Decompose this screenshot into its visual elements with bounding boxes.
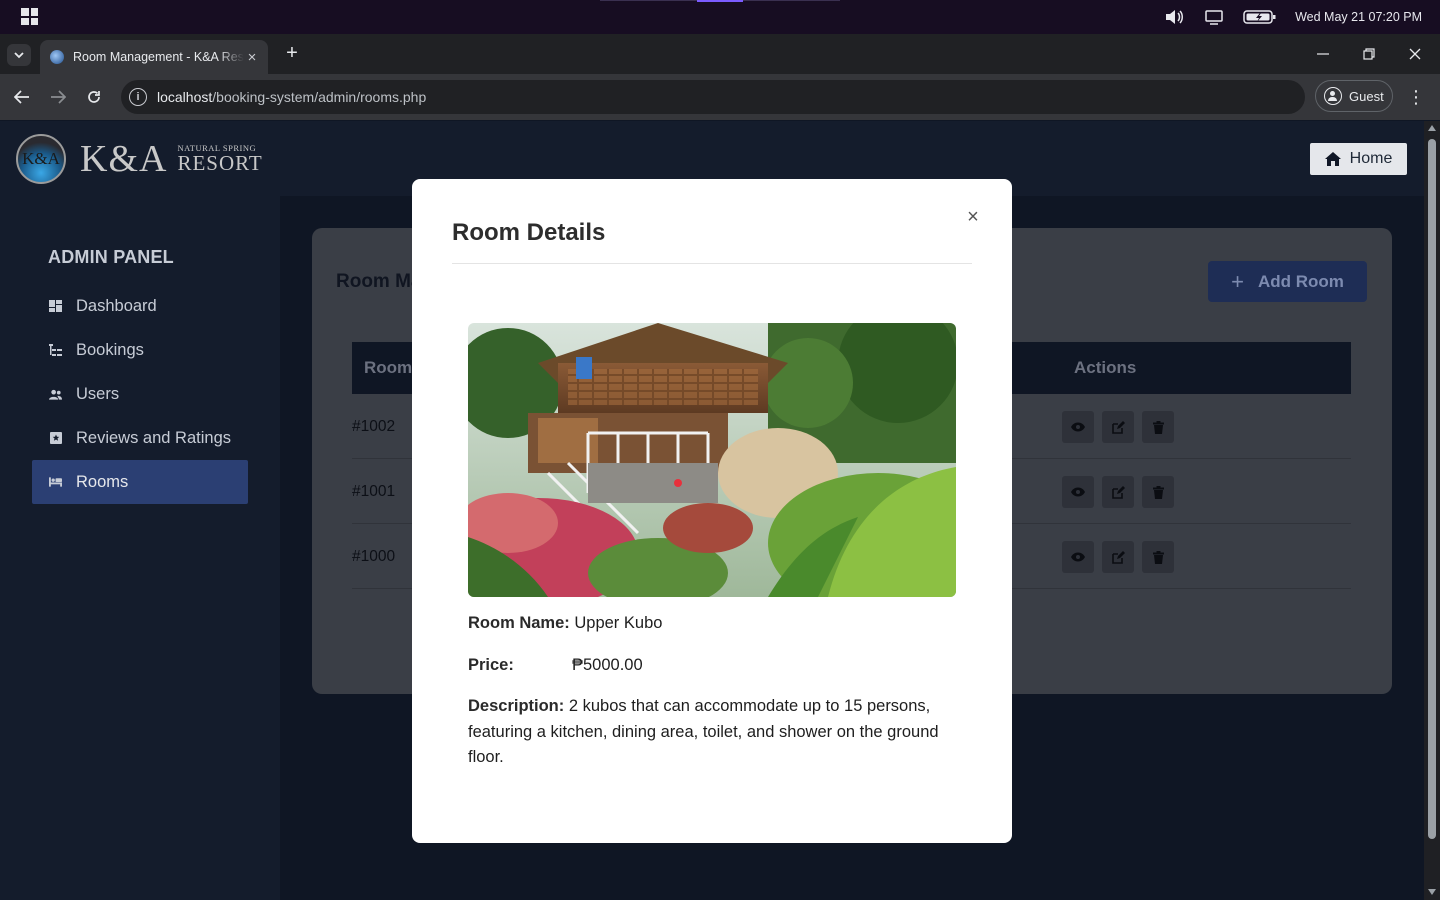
home-button-label: Home <box>1349 150 1393 167</box>
favicon-icon <box>50 50 64 64</box>
users-icon <box>49 388 62 401</box>
sidebar-item-label: Reviews and Ratings <box>76 428 231 447</box>
description-label: Description: <box>468 697 565 715</box>
delete-trash-icon[interactable] <box>1142 411 1174 443</box>
scroll-up-arrow-icon[interactable] <box>1428 125 1436 131</box>
home-icon <box>1324 152 1341 166</box>
new-tab-icon[interactable]: + <box>282 43 302 63</box>
bookings-list-icon <box>49 344 62 357</box>
room-id: #1000 <box>352 548 396 565</box>
price-value: ₱5000.00 <box>572 656 643 674</box>
scrollbar-thumb[interactable] <box>1428 139 1436 839</box>
price-row: Price: ₱5000.00 <box>468 653 956 679</box>
sidebar-item-bookings[interactable]: Bookings <box>32 328 248 372</box>
minimize-icon[interactable] <box>1300 34 1346 74</box>
row-actions <box>1062 411 1174 443</box>
tab-title: Room Management - K&A Resort <box>73 50 244 64</box>
browser-tabstrip: Room Management - K&A Resort × + <box>0 34 1440 74</box>
profile-button[interactable]: Guest <box>1315 80 1393 112</box>
chevron-down-icon <box>14 52 24 59</box>
room-name-label: Room Name: <box>468 614 570 632</box>
site-info-icon[interactable]: i <box>129 88 147 106</box>
window-close-icon[interactable] <box>1392 34 1438 74</box>
edit-icon[interactable] <box>1102 476 1134 508</box>
sidebar-item-dashboard[interactable]: Dashboard <box>32 284 248 328</box>
url-path: /booking-system/admin/rooms.php <box>212 89 427 105</box>
resort-logo[interactable]: K&A K&A NATURAL SPRING RESORT <box>16 134 263 184</box>
row-actions <box>1062 541 1174 573</box>
address-bar[interactable]: i localhost/booking-system/admin/rooms.p… <box>121 80 1305 114</box>
windows-logo-icon[interactable] <box>21 8 38 25</box>
volume-icon[interactable] <box>1163 9 1185 25</box>
back-arrow-icon[interactable] <box>11 86 33 108</box>
restore-icon[interactable] <box>1346 34 1392 74</box>
logo-resort-text: RESORT <box>177 150 263 175</box>
browser-tab-active[interactable]: Room Management - K&A Resort × <box>40 40 268 74</box>
room-name-row: Room Name: Upper Kubo <box>468 611 662 637</box>
display-icon[interactable] <box>1203 9 1225 25</box>
room-id: #1002 <box>352 418 396 435</box>
browser-toolbar: i localhost/booking-system/admin/rooms.p… <box>0 74 1440 120</box>
modal-divider <box>452 263 972 264</box>
modal-title: Room Details <box>452 219 606 246</box>
room-name-value: Upper Kubo <box>574 614 663 632</box>
sidebar-item-label: Bookings <box>76 340 144 359</box>
profile-label: Guest <box>1349 88 1384 104</box>
description-row: Description: 2 kubos that can accommodat… <box>468 694 958 771</box>
row-actions <box>1062 476 1174 508</box>
add-room-label: Add Room <box>1257 271 1344 291</box>
logo-wordmark: K&A NATURAL SPRING RESORT <box>80 137 263 181</box>
sidebar-item-reviews[interactable]: Reviews and Ratings <box>32 416 248 460</box>
scroll-down-arrow-icon[interactable] <box>1428 889 1436 895</box>
page-scrollbar[interactable] <box>1424 121 1440 900</box>
delete-trash-icon[interactable] <box>1142 541 1174 573</box>
modal-close-icon[interactable]: × <box>964 206 982 228</box>
column-header-room: Room <box>364 358 413 377</box>
page-title: Room Ma <box>336 271 422 292</box>
os-taskbar: Wed May 21 07:20 PM <box>0 0 1440 34</box>
sidebar-item-label: Dashboard <box>76 296 157 315</box>
dashboard-icon <box>49 300 62 313</box>
tab-search-button[interactable] <box>7 44 31 66</box>
column-header-actions: Actions <box>1074 358 1137 377</box>
browser-menu-icon[interactable]: ⋮ <box>1406 86 1426 108</box>
delete-trash-icon[interactable] <box>1142 476 1174 508</box>
room-details-modal: × Room Details Room Name: Upper Kubo Pri… <box>412 179 1012 843</box>
edit-icon[interactable] <box>1102 541 1134 573</box>
edit-icon[interactable] <box>1102 411 1134 443</box>
logo-emblem: K&A <box>16 134 66 184</box>
room-photo <box>468 323 956 597</box>
tab-close-icon[interactable]: × <box>244 49 260 66</box>
bed-icon <box>49 476 62 489</box>
sidebar-item-users[interactable]: Users <box>32 372 248 416</box>
reload-icon[interactable] <box>83 86 105 108</box>
logo-resort-block: NATURAL SPRING RESORT <box>177 144 262 174</box>
system-tray: Wed May 21 07:20 PM <box>1163 0 1422 34</box>
forward-arrow-icon[interactable] <box>47 86 69 108</box>
view-eye-icon[interactable] <box>1062 541 1094 573</box>
sidebar-item-label: Users <box>76 384 120 403</box>
add-room-button[interactable]: + Add Room <box>1208 261 1367 302</box>
admin-sidebar: ADMIN PANEL Dashboard Bookings Users Rev… <box>0 196 280 900</box>
reviews-icon <box>49 432 62 445</box>
logo-main-text: K&A <box>80 138 168 180</box>
sidebar-item-rooms[interactable]: Rooms <box>32 460 248 504</box>
taskbar-active-indicator <box>697 0 743 2</box>
profile-icon <box>1324 87 1342 105</box>
url-host: localhost <box>157 89 213 105</box>
price-label: Price: <box>468 656 514 674</box>
plus-icon: + <box>1231 268 1244 294</box>
sidebar-title: ADMIN PANEL <box>48 247 174 267</box>
view-eye-icon[interactable] <box>1062 476 1094 508</box>
view-eye-icon[interactable] <box>1062 411 1094 443</box>
clock[interactable]: Wed May 21 07:20 PM <box>1295 10 1422 24</box>
battery-charging-icon[interactable] <box>1243 9 1277 25</box>
room-id: #1001 <box>352 483 396 500</box>
home-button[interactable]: Home <box>1310 143 1407 175</box>
sidebar-item-label: Rooms <box>76 472 129 491</box>
